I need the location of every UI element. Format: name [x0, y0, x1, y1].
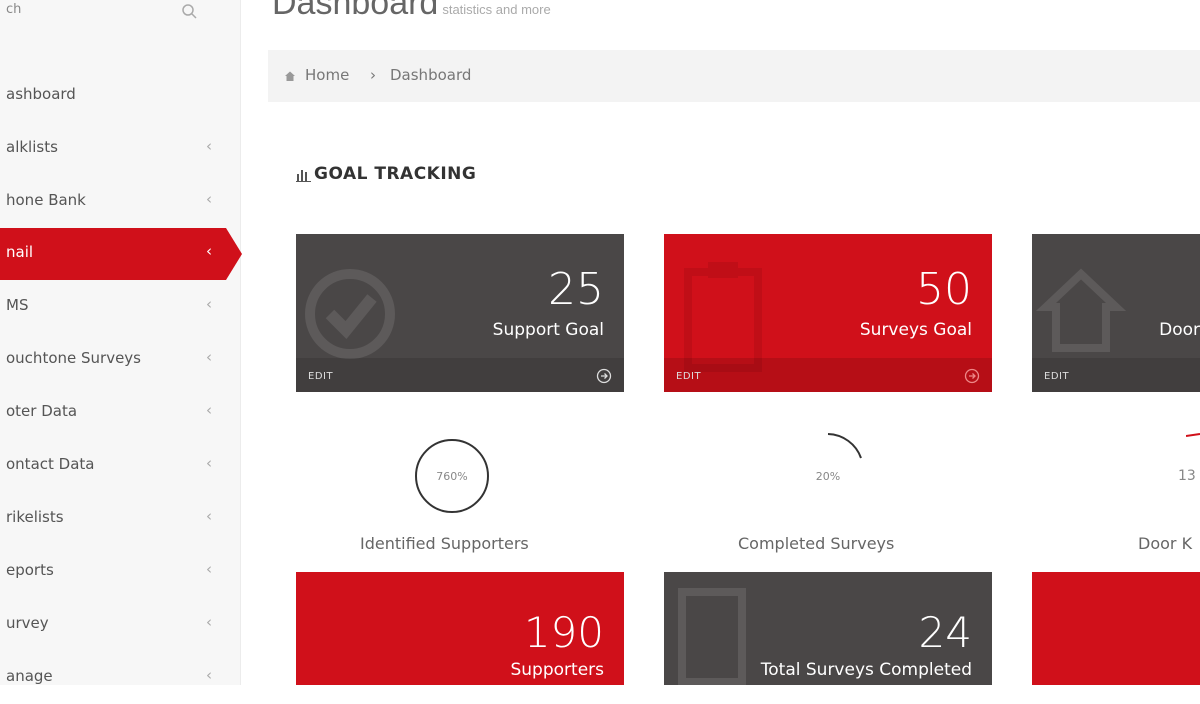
door-goal-tile[interactable]: Door EDIT	[1032, 234, 1200, 392]
supporters-value: 190	[523, 608, 604, 657]
progress-ring-doors	[1186, 433, 1200, 437]
chevron-left-icon: ‹	[206, 295, 212, 313]
progress-label: Identified Supporters	[360, 534, 529, 553]
arrow-circle-right-icon[interactable]	[964, 368, 980, 384]
breadcrumb-separator: ›	[370, 66, 376, 84]
sidebar-item-contact-data[interactable]: ontact Data ‹	[0, 440, 240, 492]
sidebar-item-dashboard[interactable]: ashboard	[0, 70, 240, 122]
progress-label: Completed Surveys	[738, 534, 895, 553]
progress-percent: 20%	[815, 470, 841, 483]
sidebar-item-label: nail	[6, 243, 34, 261]
house-icon	[1036, 268, 1126, 352]
edit-link[interactable]: EDIT	[676, 371, 701, 382]
sidebar-item-label: anage	[6, 667, 53, 685]
chevron-left-icon: ‹	[206, 613, 212, 631]
chevron-left-icon: ‹	[206, 401, 212, 419]
page-title-text: Dashboard	[272, 0, 439, 22]
sidebar-item-touchtone-surveys[interactable]: ouchtone Surveys ‹	[0, 334, 240, 386]
chevron-left-icon: ‹	[206, 242, 212, 260]
supporters-tile[interactable]: 190 Supporters	[296, 572, 624, 685]
check-circle-icon	[305, 269, 395, 359]
section-title: GOAL TRACKING	[314, 164, 477, 184]
support-goal-value: 25	[548, 264, 604, 315]
door-goal-label: Door	[1159, 320, 1200, 340]
sidebar-item-strikelists[interactable]: rikelists ‹	[0, 493, 240, 545]
sidebar-item-phone-bank[interactable]: hone Bank ‹	[0, 176, 240, 228]
chevron-left-icon: ‹	[206, 666, 212, 684]
edit-link[interactable]: EDIT	[308, 371, 333, 382]
edit-link[interactable]: EDIT	[1044, 371, 1069, 382]
sidebar-item-voter-data[interactable]: oter Data ‹	[0, 387, 240, 439]
chevron-left-icon: ‹	[206, 507, 212, 525]
sidebar-item-label: hone Bank	[6, 191, 86, 209]
sidebar-item-label: oter Data	[6, 402, 78, 420]
breadcrumb-home-link[interactable]: Home	[305, 66, 349, 84]
total-surveys-value: 24	[918, 608, 972, 657]
supporters-label: Supporters	[510, 660, 604, 680]
page-subtitle: statistics and more	[442, 2, 551, 17]
home-icon	[285, 71, 295, 81]
surveys-goal-value: 50	[916, 264, 972, 315]
tile-footer	[296, 358, 624, 392]
sidebar-search-label: ch	[6, 2, 22, 17]
total-surveys-tile[interactable]: 24 Total Surveys Completed	[664, 572, 992, 685]
progress-percent: 13	[1178, 468, 1196, 484]
sidebar-item-label: ontact Data	[6, 455, 95, 473]
sidebar-item-label: alklists	[6, 138, 58, 156]
page-title: Dashboard statistics and more	[272, 0, 551, 23]
sidebar-item-label: ouchtone Surveys	[6, 349, 141, 367]
search-icon[interactable]	[178, 2, 202, 20]
sidebar-item-label: MS	[6, 296, 29, 314]
sidebar-item-manage[interactable]: anage ‹	[0, 652, 240, 704]
sidebar-item-survey[interactable]: urvey ‹	[0, 599, 240, 651]
surveys-goal-tile[interactable]: 50 Surveys Goal EDIT	[664, 234, 992, 392]
sidebar-item-label: rikelists	[6, 508, 64, 526]
clipboard-icon	[678, 588, 746, 685]
chevron-left-icon: ‹	[206, 560, 212, 578]
support-goal-tile[interactable]: 25 Support Goal EDIT	[296, 234, 624, 392]
sidebar-item-email[interactable]: nail ‹	[0, 228, 242, 280]
tile-footer	[664, 358, 992, 392]
chevron-left-icon: ‹	[206, 137, 212, 155]
sidebar: ch ashboard alklists ‹ hone Bank ‹ nail …	[0, 0, 242, 685]
sidebar-item-label: eports	[6, 561, 54, 579]
chevron-left-icon: ‹	[206, 454, 212, 472]
total-surveys-label: Total Surveys Completed	[760, 660, 972, 680]
door-knocks-tile[interactable]	[1032, 572, 1200, 685]
chevron-left-icon: ‹	[206, 190, 212, 208]
sidebar-search[interactable]: ch	[0, 0, 228, 26]
sidebar-item-label: ashboard	[6, 85, 76, 103]
sidebar-item-sms[interactable]: MS ‹	[0, 281, 240, 333]
chevron-left-icon: ‹	[206, 348, 212, 366]
progress-percent: 760%	[436, 470, 468, 483]
surveys-goal-label: Surveys Goal	[859, 320, 972, 340]
arrow-circle-right-icon[interactable]	[596, 368, 612, 384]
sidebar-item-label: urvey	[6, 614, 49, 632]
sidebar-item-walklists[interactable]: alklists ‹	[0, 123, 240, 175]
progress-label: Door K	[1138, 534, 1193, 553]
sidebar-item-reports[interactable]: eports ‹	[0, 546, 240, 598]
clipboard-icon	[684, 262, 762, 372]
bar-chart-icon	[296, 170, 311, 182]
breadcrumb-current: Dashboard	[390, 66, 472, 84]
support-goal-label: Support Goal	[492, 320, 604, 340]
